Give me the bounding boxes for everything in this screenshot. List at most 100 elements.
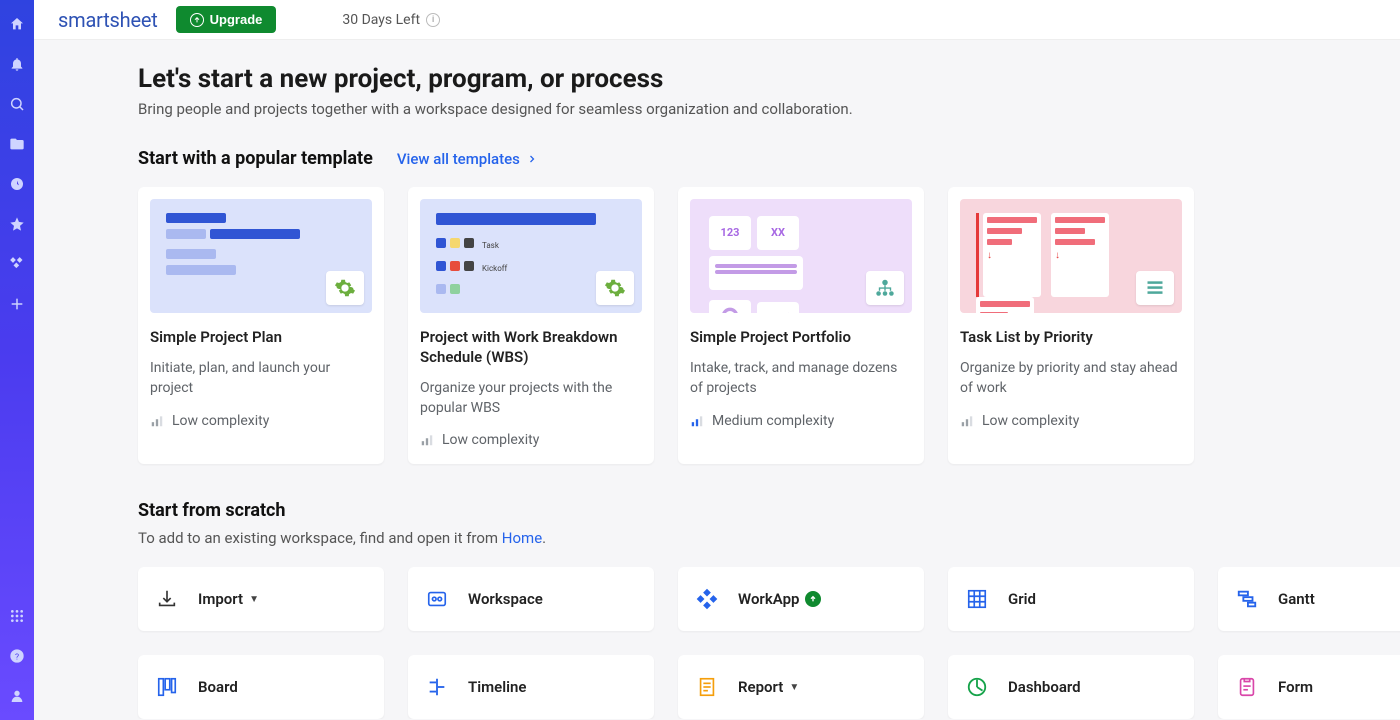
workapp-icon — [696, 588, 718, 610]
template-card-task-list-priority[interactable]: ↓ ↓ ↓ Task List by Priority Organize by … — [948, 187, 1194, 464]
caret-down-icon: ▼ — [789, 682, 799, 693]
complexity-label: Low complexity — [172, 413, 269, 429]
scratch-card-timeline[interactable]: Timeline — [408, 655, 654, 719]
scratch-card-import[interactable]: Import ▼ — [138, 567, 384, 631]
star-icon[interactable] — [9, 216, 25, 232]
scratch-label: Import — [198, 590, 243, 608]
bars-icon — [690, 414, 704, 428]
scratch-label: Gantt — [1278, 590, 1315, 608]
org-chart-icon — [866, 271, 904, 305]
template-desc: Initiate, plan, and launch your project — [150, 358, 372, 399]
template-desc: Organize your projects with the popular … — [420, 378, 642, 419]
left-nav-rail: ? — [0, 0, 34, 720]
template-thumbnail — [150, 199, 372, 313]
upgrade-button[interactable]: Upgrade — [176, 6, 277, 33]
complexity-indicator: Medium complexity — [690, 413, 912, 429]
upgrade-pill-icon — [805, 591, 821, 607]
clock-icon[interactable] — [9, 176, 25, 192]
scratch-cards: Import ▼ Workspace WorkApp — [138, 567, 1400, 719]
scratch-card-workapp[interactable]: WorkApp — [678, 567, 924, 631]
page-subtitle: Bring people and projects together with … — [138, 100, 1400, 118]
workspace-icon — [426, 588, 448, 610]
dashboard-icon — [966, 676, 988, 698]
bell-icon[interactable] — [9, 56, 25, 72]
scratch-label: Grid — [1008, 590, 1036, 608]
templates-section-title: Start with a popular template — [138, 148, 373, 169]
template-title: Simple Project Plan — [150, 327, 372, 348]
template-thumbnail: ↓ ↓ ↓ — [960, 199, 1182, 313]
plus-icon[interactable] — [9, 296, 25, 312]
scratch-card-dashboard[interactable]: Dashboard — [948, 655, 1194, 719]
bars-icon — [420, 433, 434, 447]
scratch-card-workspace[interactable]: Workspace — [408, 567, 654, 631]
template-title: Task List by Priority — [960, 327, 1182, 348]
main-area: smartsheet Upgrade 30 Days Left i Let's … — [34, 0, 1400, 720]
account-icon[interactable] — [9, 688, 25, 704]
template-title: Project with Work Breakdown Schedule (WB… — [420, 327, 642, 368]
chevron-right-icon — [526, 153, 538, 165]
scratch-card-form[interactable]: Form — [1218, 655, 1400, 719]
view-all-templates-link[interactable]: View all templates — [397, 150, 538, 168]
template-card-portfolio[interactable]: 123XX Simple Project Portfolio Intake, t… — [678, 187, 924, 464]
template-desc: Organize by priority and stay ahead of w… — [960, 358, 1182, 399]
info-icon[interactable]: i — [426, 13, 440, 27]
template-title: Simple Project Portfolio — [690, 327, 912, 348]
top-bar: smartsheet Upgrade 30 Days Left i — [34, 0, 1400, 40]
upgrade-arrow-icon — [190, 13, 204, 27]
timeline-icon — [426, 676, 448, 698]
scratch-label: Dashboard — [1008, 678, 1081, 696]
template-card-wbs[interactable]: Task Kickoff Project with Work Breakdown… — [408, 187, 654, 464]
template-card-simple-project-plan[interactable]: Simple Project Plan Initiate, plan, and … — [138, 187, 384, 464]
complexity-label: Medium complexity — [712, 413, 834, 429]
scratch-card-gantt[interactable]: Gantt — [1218, 567, 1400, 631]
scratch-card-board[interactable]: Board — [138, 655, 384, 719]
scratch-label: Workspace — [468, 590, 543, 608]
scratch-label: Report — [738, 678, 783, 696]
scratch-section-subtitle: To add to an existing workspace, find an… — [138, 529, 1400, 547]
complexity-indicator: Low complexity — [960, 413, 1182, 429]
complexity-label: Low complexity — [442, 432, 539, 448]
workapps-icon[interactable] — [9, 256, 25, 272]
svg-text:?: ? — [15, 652, 19, 662]
caret-down-icon: ▼ — [249, 594, 259, 605]
scratch-label: Form — [1278, 678, 1313, 696]
board-icon — [156, 676, 178, 698]
complexity-label: Low complexity — [982, 413, 1079, 429]
brand-logo[interactable]: smartsheet — [58, 8, 158, 32]
scratch-subtitle-pre: To add to an existing workspace, find an… — [138, 529, 502, 547]
report-icon — [696, 676, 718, 698]
scratch-label: WorkApp — [738, 590, 799, 608]
gear-icon — [326, 271, 364, 305]
scratch-card-report[interactable]: Report ▼ — [678, 655, 924, 719]
grid-icon — [966, 588, 988, 610]
view-all-label: View all templates — [397, 150, 520, 168]
page-title: Let's start a new project, program, or p… — [138, 64, 1400, 94]
scratch-label: Board — [198, 678, 238, 696]
complexity-indicator: Low complexity — [150, 413, 372, 429]
content: Let's start a new project, program, or p… — [34, 40, 1400, 719]
template-thumbnail: 123XX — [690, 199, 912, 313]
help-icon[interactable]: ? — [9, 648, 25, 664]
import-icon — [156, 588, 178, 610]
scratch-label: Timeline — [468, 678, 526, 696]
complexity-indicator: Low complexity — [420, 432, 642, 448]
scratch-section-title: Start from scratch — [138, 500, 1400, 521]
home-icon[interactable] — [9, 16, 25, 32]
gear-icon — [596, 271, 634, 305]
apps-grid-icon[interactable] — [9, 608, 25, 624]
template-cards: Simple Project Plan Initiate, plan, and … — [138, 187, 1400, 464]
bars-icon — [150, 414, 164, 428]
trial-indicator[interactable]: 30 Days Left i — [342, 12, 440, 28]
template-thumbnail: Task Kickoff — [420, 199, 642, 313]
gantt-icon — [1236, 588, 1258, 610]
scratch-card-grid[interactable]: Grid — [948, 567, 1194, 631]
home-link[interactable]: Home — [502, 529, 542, 547]
template-desc: Intake, track, and manage dozens of proj… — [690, 358, 912, 399]
upgrade-label: Upgrade — [210, 12, 263, 27]
trial-label: 30 Days Left — [342, 12, 420, 28]
folder-icon[interactable] — [9, 136, 25, 152]
search-icon[interactable] — [9, 96, 25, 112]
scratch-subtitle-post: . — [542, 529, 546, 547]
list-icon — [1136, 271, 1174, 305]
bars-icon — [960, 414, 974, 428]
